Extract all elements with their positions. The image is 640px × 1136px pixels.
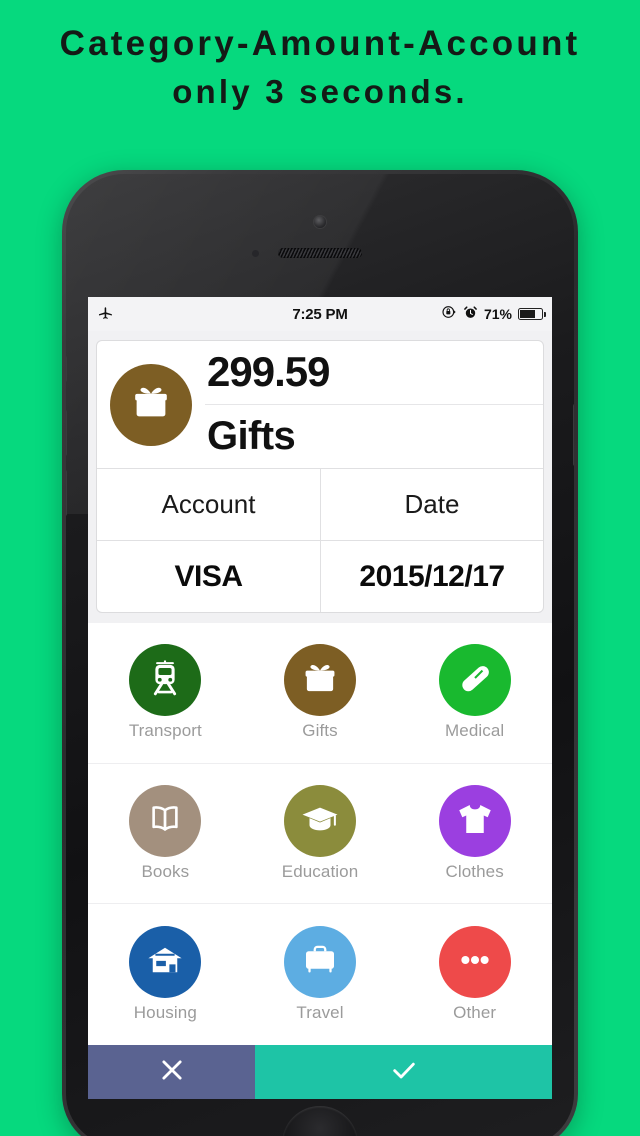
category-icon-circle bbox=[284, 644, 356, 717]
category-item-education[interactable]: Education bbox=[243, 764, 398, 904]
category-icon-circle bbox=[129, 926, 202, 999]
category-icon-circle bbox=[438, 785, 511, 857]
ellipsis-icon bbox=[454, 939, 496, 986]
category-item-medical[interactable]: Medical bbox=[397, 623, 552, 763]
volume-up-button[interactable] bbox=[66, 410, 67, 456]
transaction-category-badge bbox=[110, 363, 192, 446]
house-icon bbox=[144, 939, 186, 986]
battery-icon bbox=[518, 308, 546, 320]
transaction-detail-card: 299.59 Gifts Account Date VISA 2015/12/1… bbox=[96, 340, 544, 613]
category-item-transport[interactable]: Transport bbox=[88, 623, 243, 763]
phone-screen: 7:25 PM 71% 299.59 Gifts Account Date VI… bbox=[88, 297, 552, 1099]
gift-icon bbox=[128, 379, 174, 430]
confirm-button[interactable] bbox=[255, 1045, 552, 1099]
proximity-sensor-icon bbox=[252, 250, 259, 257]
category-label: Clothes bbox=[445, 862, 504, 881]
power-button[interactable] bbox=[573, 404, 574, 466]
transaction-category-name: Gifts bbox=[207, 413, 296, 458]
category-icon-circle bbox=[129, 785, 202, 857]
account-header-label: Account bbox=[161, 489, 256, 519]
promo-headline-line-2: only 3 seconds. bbox=[172, 72, 468, 110]
category-row: Transport Gifts Medical bbox=[88, 623, 552, 764]
category-label: Books bbox=[141, 862, 190, 881]
category-icon-circle bbox=[284, 785, 356, 857]
status-bar: 7:25 PM 71% bbox=[88, 297, 552, 331]
close-x-icon bbox=[158, 1056, 186, 1089]
volume-down-button[interactable] bbox=[66, 470, 67, 516]
category-row: Books Education Clothes bbox=[88, 764, 552, 905]
account-value: VISA bbox=[174, 559, 243, 593]
category-label: Transport bbox=[128, 721, 202, 741]
transaction-category-row[interactable]: Gifts bbox=[205, 405, 543, 469]
transaction-amount: 299.59 bbox=[207, 348, 330, 396]
date-value-cell[interactable]: 2015/12/17 bbox=[320, 541, 543, 612]
alarm-clock-icon bbox=[463, 305, 478, 324]
category-icon-circle bbox=[129, 644, 202, 717]
suitcase-icon bbox=[299, 939, 341, 986]
category-icon-circle bbox=[438, 644, 511, 717]
category-item-travel[interactable]: Travel bbox=[243, 904, 398, 1045]
transaction-summary-text: 299.59 Gifts bbox=[205, 341, 543, 468]
silent-switch[interactable] bbox=[66, 356, 67, 382]
category-label: Housing bbox=[133, 1003, 197, 1023]
category-item-books[interactable]: Books bbox=[88, 764, 243, 904]
date-header-cell: Date bbox=[320, 469, 543, 540]
train-icon bbox=[144, 657, 186, 704]
transaction-category-badge-cell[interactable] bbox=[97, 341, 205, 468]
rotation-lock-icon bbox=[441, 304, 457, 324]
category-icon-circle bbox=[284, 926, 356, 999]
category-label: Medical bbox=[445, 721, 505, 741]
transaction-field-headers: Account Date bbox=[97, 468, 543, 540]
transaction-amount-row[interactable]: 299.59 bbox=[205, 341, 543, 405]
checkmark-icon bbox=[390, 1056, 418, 1089]
promo-headline-line-1: Category-Amount-Account bbox=[59, 24, 581, 63]
status-bar-right: 71% bbox=[441, 304, 546, 324]
phone-bezel: 7:25 PM 71% 299.59 Gifts Account Date VI… bbox=[66, 174, 574, 1136]
category-item-housing[interactable]: Housing bbox=[88, 904, 243, 1045]
action-bar bbox=[88, 1045, 552, 1099]
account-header-cell: Account bbox=[97, 469, 320, 540]
promo-headline: Category-Amount-Account only 3 seconds. bbox=[0, 22, 640, 113]
category-item-other[interactable]: Other bbox=[397, 904, 552, 1045]
open-book-icon bbox=[144, 798, 186, 845]
gift-icon bbox=[299, 657, 341, 704]
category-label: Gifts bbox=[302, 721, 338, 741]
graduation-cap-icon bbox=[299, 798, 341, 845]
front-camera-icon bbox=[314, 216, 326, 228]
account-value-cell[interactable]: VISA bbox=[97, 541, 320, 612]
transaction-detail-section: 299.59 Gifts Account Date VISA 2015/12/1… bbox=[88, 331, 552, 623]
cancel-button[interactable] bbox=[88, 1045, 256, 1099]
category-label: Travel bbox=[296, 1003, 344, 1023]
category-row: Housing Travel Other bbox=[88, 904, 552, 1045]
home-button[interactable] bbox=[282, 1106, 358, 1136]
transaction-field-values: VISA 2015/12/17 bbox=[97, 540, 543, 612]
battery-percent-label: 71% bbox=[483, 306, 512, 322]
tshirt-icon bbox=[454, 798, 496, 845]
earpiece-speaker-icon bbox=[278, 248, 362, 258]
category-grid: Transport Gifts Medical Books Education … bbox=[88, 623, 552, 1045]
transaction-summary: 299.59 Gifts bbox=[97, 341, 543, 468]
date-value: 2015/12/17 bbox=[359, 559, 505, 593]
pill-capsule-icon bbox=[454, 657, 496, 704]
category-item-clothes[interactable]: Clothes bbox=[397, 764, 552, 904]
category-item-gifts[interactable]: Gifts bbox=[243, 623, 398, 763]
date-header-label: Date bbox=[404, 489, 460, 519]
category-icon-circle bbox=[438, 926, 511, 999]
category-label: Other bbox=[453, 1003, 497, 1023]
phone-device-frame: 7:25 PM 71% 299.59 Gifts Account Date VI… bbox=[62, 170, 578, 1136]
category-label: Education bbox=[281, 862, 359, 881]
